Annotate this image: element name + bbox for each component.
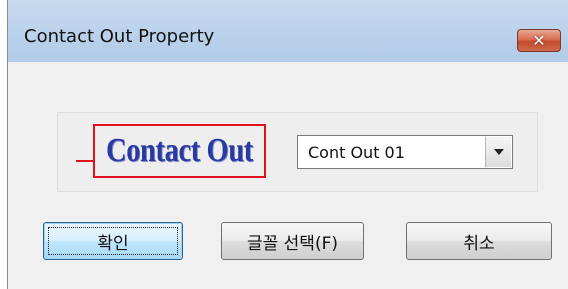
preview-text: Contact Out	[106, 132, 253, 169]
close-icon: ✕	[532, 30, 546, 50]
font-select-button-label: 글꼴 선택(F)	[246, 233, 338, 254]
window-title: Contact Out Property	[24, 26, 215, 47]
ok-button[interactable]: 확인	[43, 222, 183, 260]
close-button[interactable]: ✕	[517, 29, 561, 52]
contact-out-property-dialog: Contact Out Property ✕ Contact Out Cont …	[7, 0, 568, 289]
cancel-button-label: 취소	[463, 233, 495, 254]
contact-out-preview: Contact Out	[76, 124, 266, 178]
style-dropdown-value: Cont Out 01	[308, 143, 405, 162]
cancel-button[interactable]: 취소	[406, 222, 552, 260]
title-bar[interactable]: Contact Out Property ✕	[8, 0, 568, 62]
style-dropdown[interactable]: Cont Out 01	[297, 135, 513, 169]
ok-button-label: 확인	[97, 233, 129, 254]
style-panel: Contact Out Cont Out 01	[57, 112, 538, 192]
dropdown-arrow-button[interactable]	[485, 137, 511, 167]
font-select-button[interactable]: 글꼴 선택(F)	[221, 222, 364, 260]
chevron-down-icon	[493, 149, 504, 155]
preview-lead-line	[76, 160, 93, 162]
preview-frame: Contact Out	[93, 124, 266, 178]
